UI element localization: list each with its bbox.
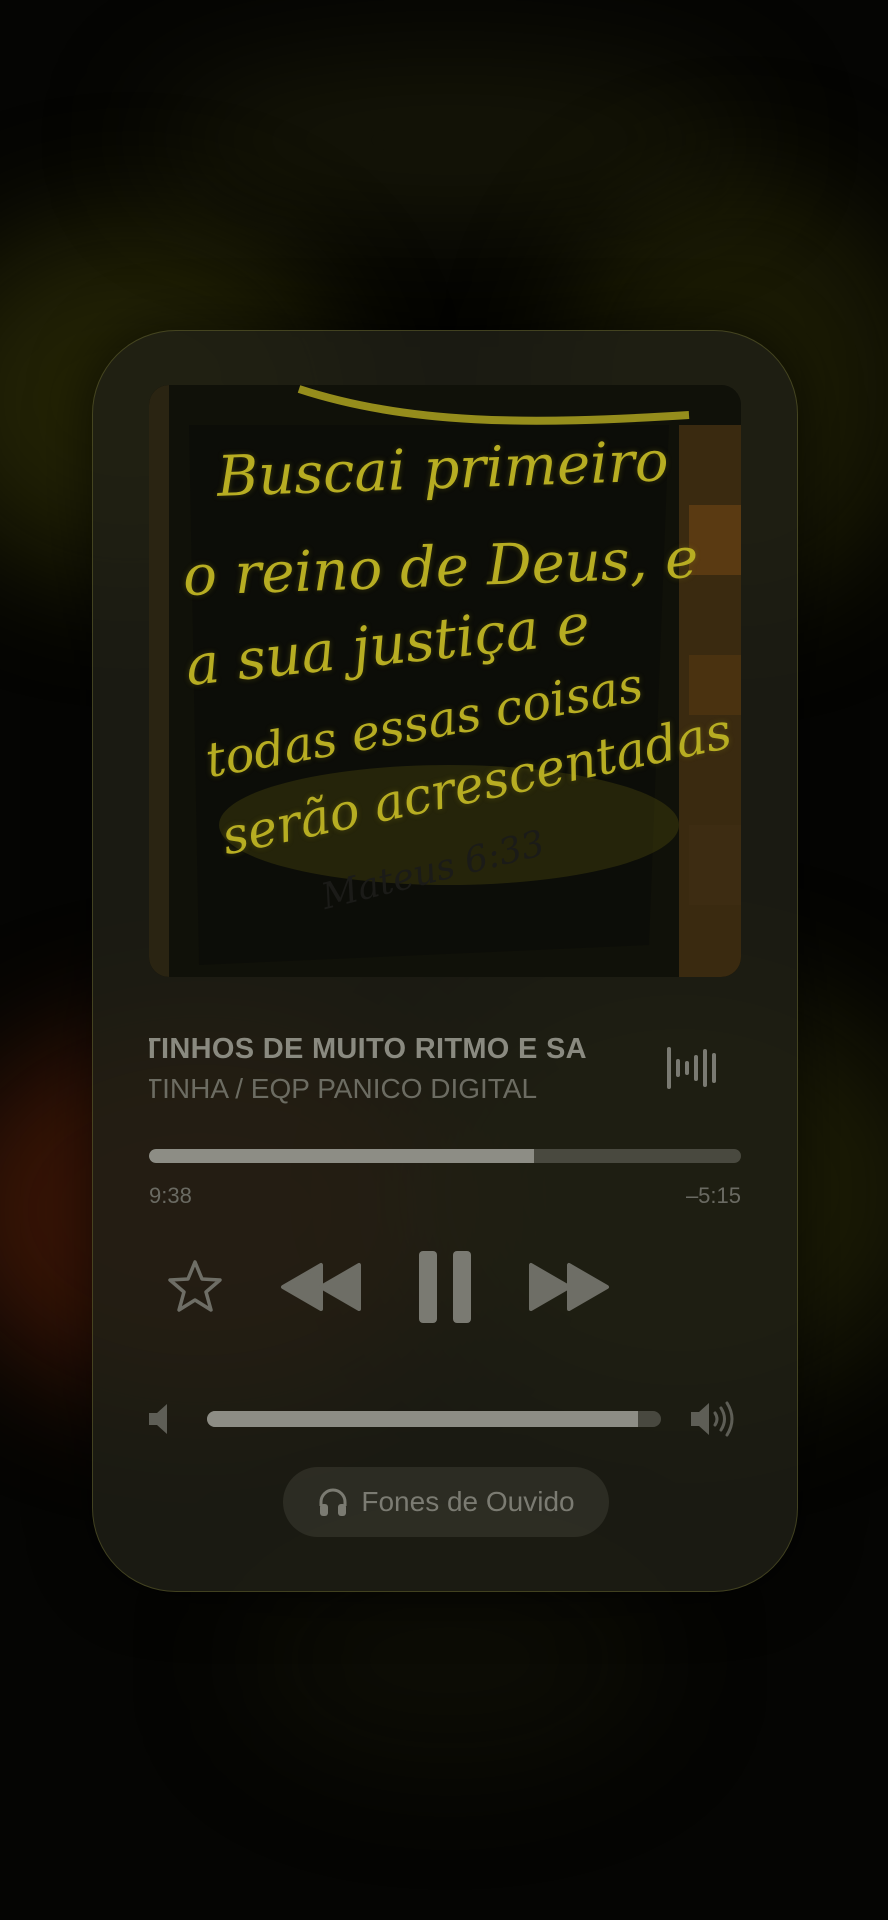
track-title[interactable]: TINHOS DE MUITO RITMO E SA (149, 1033, 639, 1073)
pause-button[interactable] (415, 1249, 475, 1325)
star-icon (168, 1260, 222, 1312)
audio-output-label: Fones de Ouvido (361, 1486, 575, 1517)
volume-slider[interactable] (207, 1411, 661, 1427)
fast-forward-icon (529, 1263, 609, 1311)
audio-output-button[interactable]: Fones de Ouvido (283, 1467, 609, 1537)
volume-fill (207, 1411, 639, 1427)
rewind-button[interactable] (279, 1259, 363, 1315)
remaining-time: –5:15 (685, 1183, 741, 1208)
favorite-button[interactable] (165, 1257, 225, 1317)
volume-max-icon (689, 1399, 739, 1439)
playback-progress-scrubber[interactable] (149, 1149, 741, 1163)
volume-min-icon (147, 1402, 177, 1436)
audio-waveform-button[interactable] (665, 1043, 721, 1093)
elapsed-time: 9:38 (149, 1183, 192, 1208)
track-title-text: TINHOS DE MUITO RITMO E SA (149, 1033, 587, 1065)
headphones-icon (319, 1488, 347, 1516)
rewind-icon (281, 1263, 361, 1311)
artwork-text-line: Buscai primeiro (216, 429, 670, 510)
track-artist-text: TINHA / EQP PANICO DIGITAL (149, 1073, 538, 1104)
waveform-icon (667, 1047, 716, 1089)
artwork-text-line: o reino de Deus, e (182, 526, 700, 609)
pause-icon (419, 1251, 471, 1323)
fast-forward-button[interactable] (527, 1259, 611, 1315)
album-artwork: Buscai primeiro o reino de Deus, e a sua… (149, 385, 741, 977)
progress-fill (149, 1149, 534, 1163)
track-artist[interactable]: TINHA / EQP PANICO DIGITAL (149, 1073, 639, 1111)
now-playing-card: Buscai primeiro o reino de Deus, e a sua… (92, 330, 798, 1592)
